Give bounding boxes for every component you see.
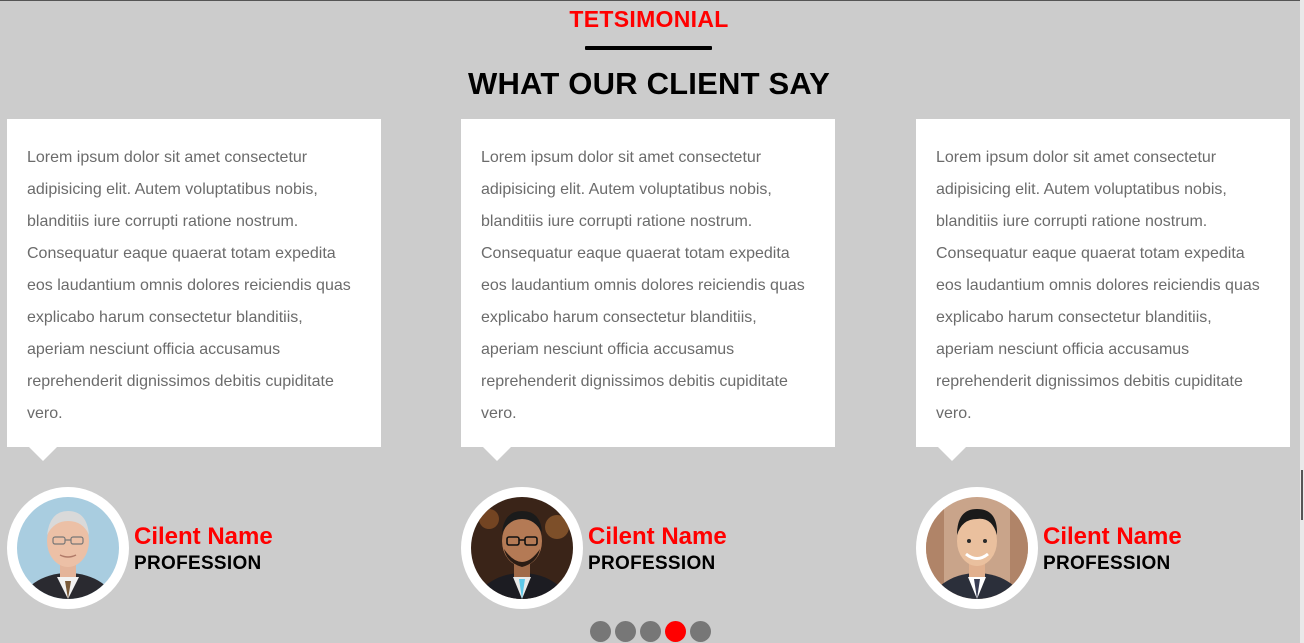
client-name: Cilent Name — [588, 523, 727, 550]
carousel-pagination — [590, 621, 711, 642]
client-name: Cilent Name — [1043, 523, 1182, 550]
avatar — [17, 497, 119, 599]
testimonial-card: Lorem ipsum dolor sit amet consectetur a… — [7, 119, 381, 461]
carousel-dot-1[interactable] — [590, 621, 611, 642]
client-profession: PROFESSION — [134, 553, 262, 574]
testimonial-quote: Lorem ipsum dolor sit amet consectetur a… — [481, 149, 805, 422]
carousel-dot-2[interactable] — [615, 621, 636, 642]
avatar-senior-man-image — [17, 497, 119, 599]
avatar-asian-man-image — [926, 497, 1028, 599]
scrollbar[interactable] — [1300, 0, 1304, 643]
avatar-young-man-image — [471, 497, 573, 599]
testimonial-quote: Lorem ipsum dolor sit amet consectetur a… — [27, 149, 351, 422]
carousel-dot-3[interactable] — [640, 621, 661, 642]
avatar — [471, 497, 573, 599]
avatar — [926, 497, 1028, 599]
title-divider — [585, 46, 712, 50]
testimonial-card: Lorem ipsum dolor sit amet consectetur a… — [916, 119, 1290, 461]
carousel-dot-4[interactable] — [665, 621, 686, 642]
client-name: Cilent Name — [134, 523, 273, 550]
speech-pointer — [29, 447, 57, 461]
section-title: WHAT OUR CLIENT SAY — [467, 66, 831, 101]
carousel-dot-5[interactable] — [690, 621, 711, 642]
window-top-border — [0, 0, 1304, 1]
speech-pointer — [483, 447, 511, 461]
speech-pointer — [938, 447, 966, 461]
client-profession: PROFESSION — [1043, 553, 1171, 574]
testimonial-quote: Lorem ipsum dolor sit amet consectetur a… — [936, 149, 1260, 422]
client-profession: PROFESSION — [588, 553, 716, 574]
testimonial-card: Lorem ipsum dolor sit amet consectetur a… — [461, 119, 835, 461]
scrollbar-thumb[interactable] — [1301, 470, 1303, 520]
section-eyebrow: TETSIMONIAL — [569, 6, 729, 32]
